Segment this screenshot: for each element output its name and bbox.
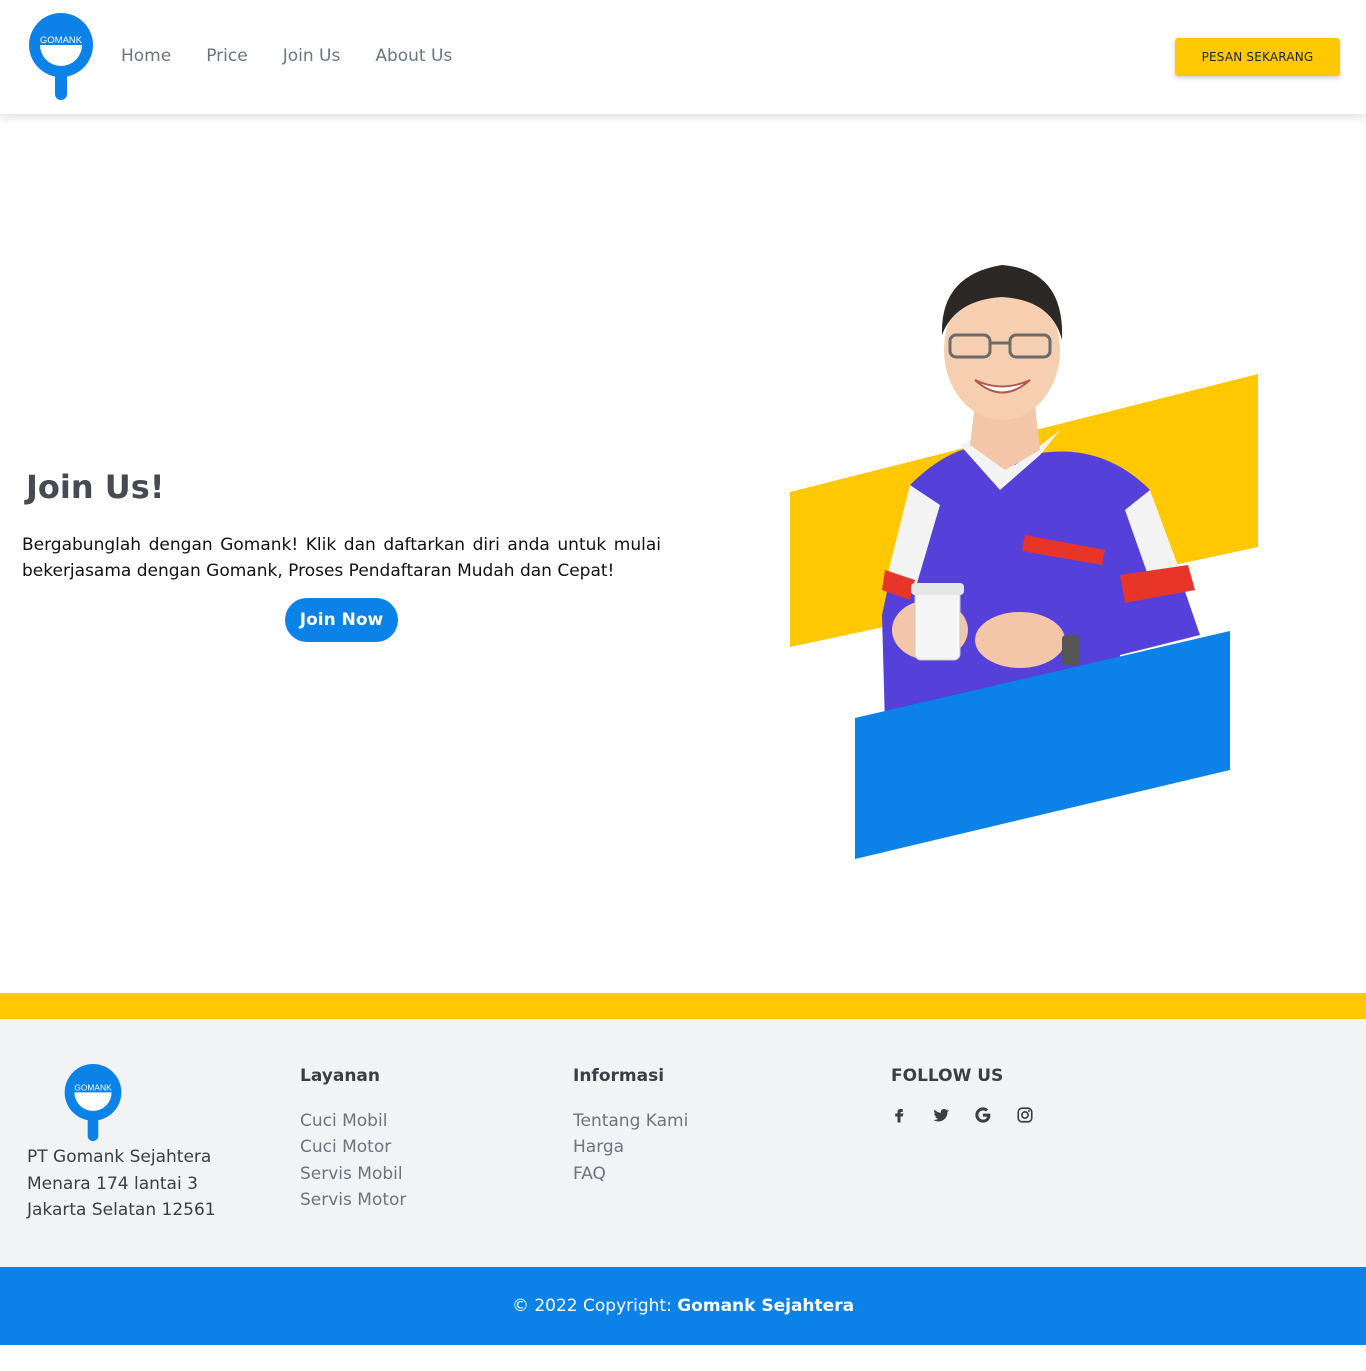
info-link-faq[interactable]: FAQ	[573, 1161, 688, 1187]
join-now-button[interactable]: Join Now	[285, 598, 398, 642]
social-links	[888, 1104, 1056, 1126]
services-list: Cuci Mobil Cuci Motor Servis Mobil Servi…	[300, 1108, 406, 1213]
nav-join-us[interactable]: Join Us	[283, 46, 341, 66]
service-link-cuci-mobil[interactable]: Cuci Mobil	[300, 1108, 406, 1134]
footer-accent-stripe	[0, 993, 1366, 1019]
info-link-tentang-kami[interactable]: Tentang Kami	[573, 1108, 688, 1134]
company-address: PT Gomank Sejahtera Menara 174 lantai 3 …	[27, 1144, 216, 1224]
google-icon[interactable]	[972, 1104, 994, 1126]
nav-price[interactable]: Price	[206, 46, 247, 66]
service-link-servis-mobil[interactable]: Servis Mobil	[300, 1161, 406, 1187]
info-link-harga[interactable]: Harga	[573, 1134, 688, 1160]
page-title: Join Us!	[26, 468, 165, 506]
instagram-icon[interactable]	[1014, 1104, 1036, 1126]
copyright-text: © 2022 Copyright:	[511, 1296, 672, 1316]
follow-heading: FOLLOW US	[891, 1066, 1004, 1086]
copyright-bar: © 2022 Copyright: Gomank Sejahtera	[0, 1267, 1366, 1345]
navbar: GOMANK Home Price Join Us About Us PESAN…	[0, 0, 1366, 114]
copyright-company: Gomank Sejahtera	[677, 1296, 855, 1316]
nav-about-us[interactable]: About Us	[375, 46, 452, 66]
service-link-servis-motor[interactable]: Servis Motor	[300, 1187, 406, 1213]
address-line: Menara 174 lantai 3	[27, 1173, 198, 1194]
hero-description: Bergabunglah dengan Gomank! Klik dan daf…	[22, 535, 661, 581]
footer-logo[interactable]: GOMANK	[62, 1062, 124, 1144]
info-heading: Informasi	[573, 1066, 665, 1086]
services-heading: Layanan	[300, 1066, 381, 1086]
service-link-cuci-motor[interactable]: Cuci Motor	[300, 1134, 406, 1160]
svg-text:GOMANK: GOMANK	[40, 35, 83, 46]
hero-illustration	[790, 255, 1260, 865]
brand-logo[interactable]: GOMANK	[26, 12, 96, 102]
order-now-button[interactable]: PESAN SEKARANG	[1175, 38, 1340, 76]
address-line: Jakarta Selatan 12561	[27, 1200, 216, 1220]
address-line: PT Gomank Sejahtera	[27, 1147, 212, 1167]
info-list: Tentang Kami Harga FAQ	[573, 1108, 688, 1187]
main-nav: Home Price Join Us About Us	[121, 46, 487, 66]
twitter-icon[interactable]	[930, 1104, 952, 1126]
svg-text:GOMANK: GOMANK	[74, 1083, 112, 1093]
nav-home[interactable]: Home	[121, 46, 171, 66]
facebook-icon[interactable]	[888, 1104, 910, 1126]
